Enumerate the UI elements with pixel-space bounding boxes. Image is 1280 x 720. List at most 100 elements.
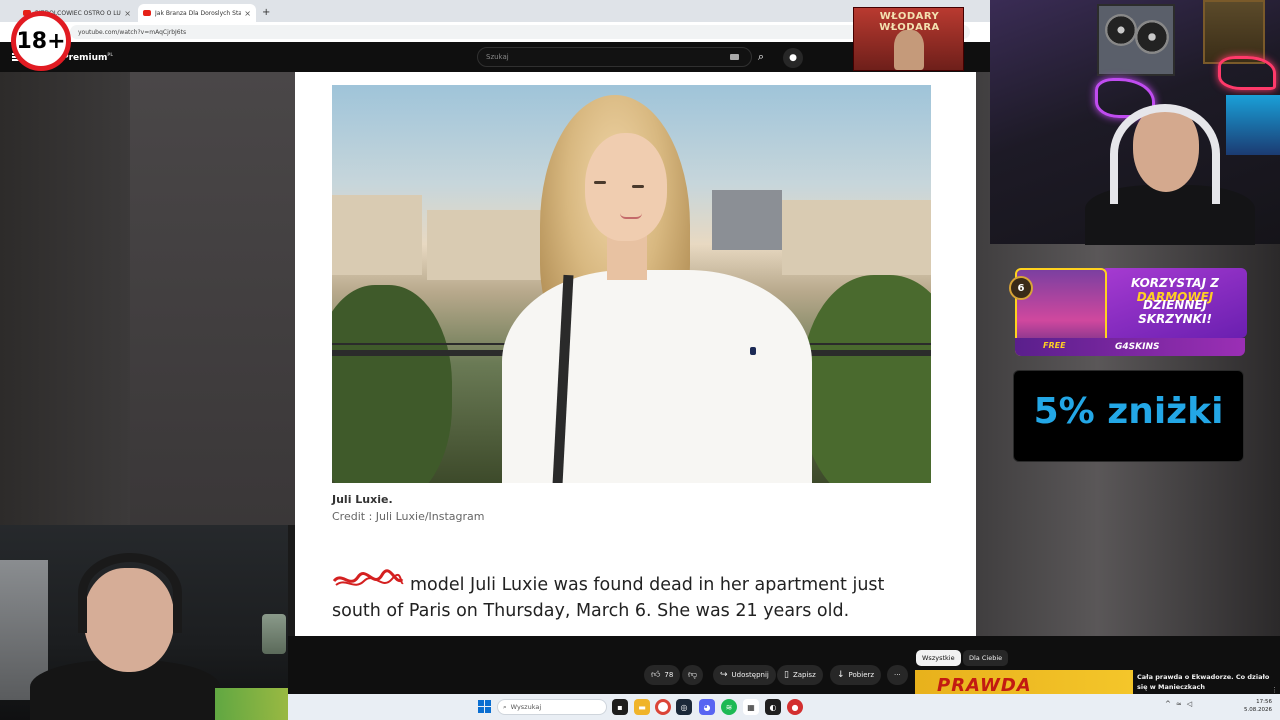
headset: [78, 553, 182, 633]
discount-text: 5% zniżki: [1033, 390, 1224, 432]
bookmark-icon: ▯: [784, 670, 789, 680]
close-tab-icon[interactable]: ×: [124, 9, 131, 18]
file-explorer-icon[interactable]: ▬: [634, 699, 650, 715]
search-icon: ⌕: [503, 702, 507, 711]
chrome-icon[interactable]: [655, 699, 671, 715]
more-actions-button[interactable]: ···: [887, 665, 908, 685]
wall-painting: [1203, 0, 1265, 64]
steam-icon[interactable]: ◎: [676, 699, 692, 715]
clock-time: 17:56: [1256, 699, 1272, 705]
article-paragraph: model Juli Luxie was found dead in her a…: [332, 572, 932, 624]
shrub: [802, 275, 931, 483]
new-tab-button[interactable]: +: [262, 7, 270, 18]
ad-brand-label: G4SKINS: [1115, 342, 1160, 352]
like-button[interactable]: 👍︎ 78: [644, 665, 681, 685]
taskbar-clock[interactable]: 17:56 5.08.2026: [1236, 698, 1272, 714]
face: [585, 133, 667, 241]
eye: [632, 185, 644, 188]
region-label: PL: [107, 52, 113, 57]
keyboard-icon[interactable]: [730, 54, 739, 60]
taskbar-search-placeholder: Wyszukaj: [510, 703, 542, 711]
windows-taskbar: [288, 694, 1280, 720]
close-tab-icon[interactable]: ×: [244, 9, 251, 18]
screen: PIZDOLCOWIEC OSTRO O LUDZIA × Jak Branza…: [0, 0, 1280, 720]
headset: [1110, 104, 1220, 204]
dislike-button[interactable]: 👎︎: [682, 665, 704, 685]
download-button[interactable]: ↓ Pobierz: [830, 665, 882, 685]
chevron-up-icon[interactable]: ^: [1165, 700, 1171, 708]
app-icon[interactable]: ◐: [765, 699, 781, 715]
app-icon[interactable]: ●: [787, 699, 803, 715]
left-strip: [130, 72, 295, 525]
mini-thumbnail-person: [894, 30, 924, 70]
ad-free-label: FREE: [1043, 341, 1066, 350]
volume-icon[interactable]: ◁: [1187, 700, 1192, 708]
app-icon[interactable]: ▦: [743, 699, 759, 715]
clock-date: 5.08.2026: [1244, 707, 1272, 713]
wifi-icon[interactable]: ≈: [1176, 700, 1182, 708]
building: [427, 210, 547, 280]
building: [332, 195, 422, 275]
system-tray: ^ ≈ ◁: [1165, 700, 1192, 708]
discount-ad: 5% zniżki: [1013, 370, 1244, 462]
ad-badge: 6: [1009, 276, 1033, 300]
g4skins-ad: 6 KORZYSTAJ Z DARMOWEJ DZIENNEJ SKRZYNKI…: [1005, 262, 1255, 366]
thumbs-down-icon: 👎︎: [688, 670, 698, 680]
tab-title: Jak Branza Dla Doroslych Stala: [155, 9, 242, 17]
download-icon: ↓: [837, 670, 845, 680]
like-count: 78: [664, 671, 674, 679]
led-shelf: [1226, 95, 1280, 155]
youtube-logo[interactable]: PremiumPL: [62, 52, 113, 63]
chip-all[interactable]: Wszystkie: [916, 650, 961, 666]
recommendation-title[interactable]: Cała prawda o Ekwadorze. Co działo się w…: [1137, 672, 1272, 692]
search-input[interactable]: Szukaj: [477, 47, 752, 67]
share-icon: ↪: [720, 670, 728, 680]
photo-caption-name: Juli Luxie.: [332, 493, 393, 506]
keyboard: [215, 688, 295, 720]
recommendation-thumbnail[interactable]: PRAWDA: [915, 670, 1133, 694]
voice-search-button[interactable]: ●: [783, 48, 803, 68]
video-action-bar: [288, 636, 990, 694]
jar: [262, 614, 286, 654]
address-bar: youtube.com/watch?v=mAqCjrbJ6ts: [0, 22, 990, 42]
url-field[interactable]: youtube.com/watch?v=mAqCjrbJ6ts: [70, 25, 970, 39]
article-photo: [332, 85, 931, 483]
share-button[interactable]: ↪ Udostępnij: [713, 665, 776, 685]
youtube-favicon-icon: [143, 10, 151, 16]
more-icon: ···: [894, 671, 901, 679]
ad-line-1a: KORZYSTAJ Z: [1131, 276, 1219, 290]
task-view-icon[interactable]: ▪: [612, 699, 628, 715]
save-label: Zapisz: [792, 671, 816, 679]
vinyl-disc: [1135, 20, 1169, 54]
mouth: [620, 213, 642, 219]
shirt: [502, 270, 812, 483]
browser-tabbar: PIZDOLCOWIEC OSTRO O LUDZIA × Jak Branza…: [0, 0, 990, 22]
search-icon: ⌕: [757, 50, 765, 63]
neon-sign: [1218, 56, 1276, 90]
building: [712, 190, 782, 250]
shrub: [332, 285, 452, 483]
spotify-icon[interactable]: ≋: [721, 699, 737, 715]
thumbnail-text: PRAWDA: [937, 675, 1032, 694]
age-rating-badge: 18+: [11, 11, 71, 71]
search-button[interactable]: ⌕: [752, 47, 770, 67]
vinyl-disc: [1105, 14, 1137, 46]
search-placeholder: Szukaj: [486, 53, 509, 61]
windows-start-icon[interactable]: [478, 700, 491, 713]
microphone-icon: ●: [789, 53, 797, 63]
discord-icon[interactable]: ◕: [699, 699, 715, 715]
record-shelf: [1097, 4, 1175, 76]
thumbs-up-icon: 👍︎: [651, 670, 661, 680]
save-button[interactable]: ▯ Zapisz: [777, 665, 823, 685]
ad-line-2: DZIENNEJ SKRZYNKI!: [1138, 298, 1212, 326]
taskbar-search[interactable]: ⌕ Wyszukaj: [497, 699, 607, 715]
photo-caption-credit: Credit : Juli Luxie/Instagram: [332, 510, 485, 523]
neck: [607, 235, 647, 280]
building: [782, 200, 931, 275]
chip-for-you[interactable]: Dla Ciebie: [963, 650, 1009, 666]
recommendation-menu-icon[interactable]: ⋮: [1271, 686, 1278, 694]
shirt-logo-icon: [750, 347, 756, 355]
browser-tab-active[interactable]: Jak Branza Dla Doroslych Stala ×: [138, 4, 256, 22]
brand-label: Premium: [62, 53, 108, 63]
download-label: Pobierz: [848, 671, 875, 679]
